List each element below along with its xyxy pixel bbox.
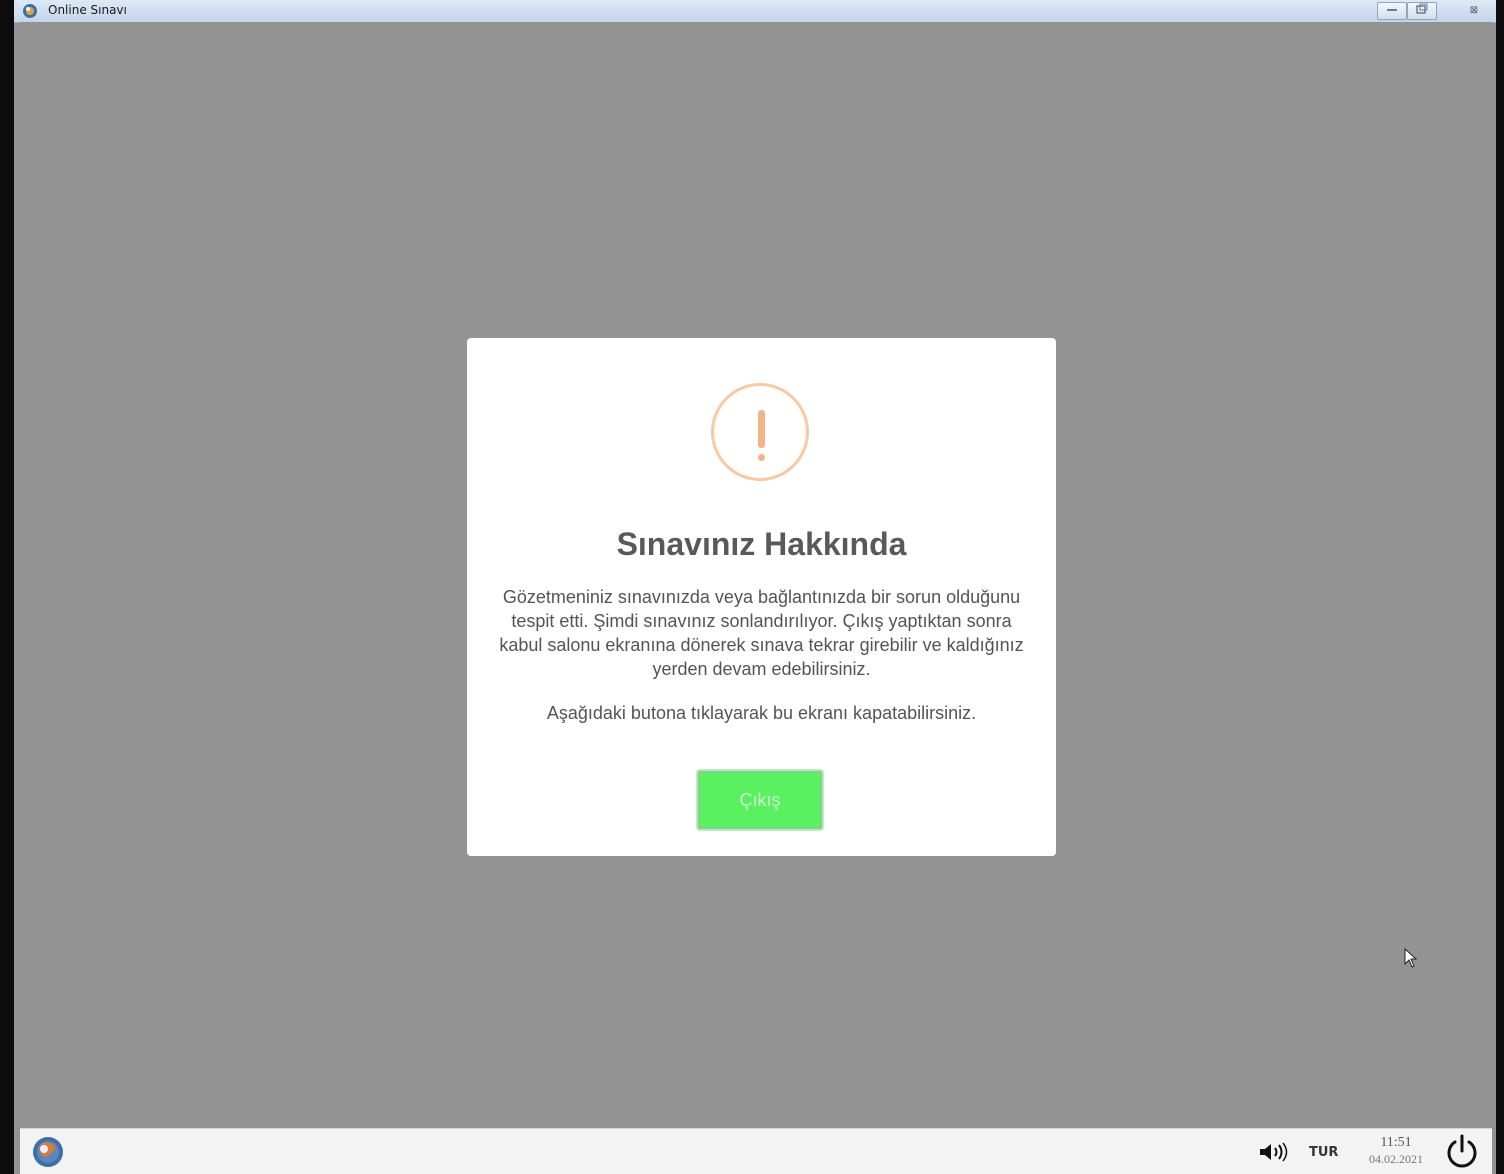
app-icon bbox=[23, 4, 37, 18]
alert-dialog: Sınavınız Hakkında Gözetmeniniz sınavını… bbox=[467, 338, 1056, 856]
minimize-icon bbox=[1387, 9, 1397, 11]
close-button[interactable]: ⊠ bbox=[1461, 2, 1487, 20]
dialog-instruction: Aşağıdaki butona tıklayarak bu ekranı ka… bbox=[546, 703, 977, 723]
taskbar: TUR 11:51 04.02.2021 bbox=[20, 1128, 1492, 1174]
minimize-button[interactable] bbox=[1377, 2, 1407, 20]
clock-time: 11:51 bbox=[1380, 1135, 1412, 1150]
warning-bar bbox=[758, 410, 765, 448]
restore-button[interactable] bbox=[1407, 2, 1437, 20]
title-bar[interactable]: Online Sınavı ⊠ bbox=[14, 0, 1496, 23]
dialog-title: Sınavınız Hakkında bbox=[616, 526, 907, 562]
overlay-backdrop: Sınavınız Hakkında Gözetmeniniz sınavını… bbox=[20, 22, 1492, 1128]
clock-date: 04.02.2021 bbox=[1369, 1152, 1423, 1166]
start-button-icon[interactable] bbox=[30, 1135, 66, 1169]
exit-button[interactable]: Çıkış bbox=[696, 769, 824, 831]
warning-exclamation-icon bbox=[711, 383, 809, 481]
warning-dot bbox=[758, 454, 765, 461]
volume-icon[interactable] bbox=[1258, 1141, 1292, 1163]
language-indicator[interactable]: TUR bbox=[1309, 1145, 1338, 1160]
system-clock[interactable]: 11:51 04.02.2021 bbox=[1356, 1135, 1436, 1167]
mouse-cursor-icon bbox=[1404, 948, 1418, 968]
power-icon[interactable] bbox=[1444, 1134, 1480, 1170]
window-title: Online Sınavı bbox=[48, 3, 127, 17]
app-window: Online Sınavı ⊠ Sınavınız Hakkında Gözet… bbox=[14, 0, 1496, 1174]
restore-icon bbox=[1416, 3, 1428, 14]
dialog-message: Gözetmeniniz sınavınızda veya bağlantını… bbox=[499, 587, 1024, 679]
